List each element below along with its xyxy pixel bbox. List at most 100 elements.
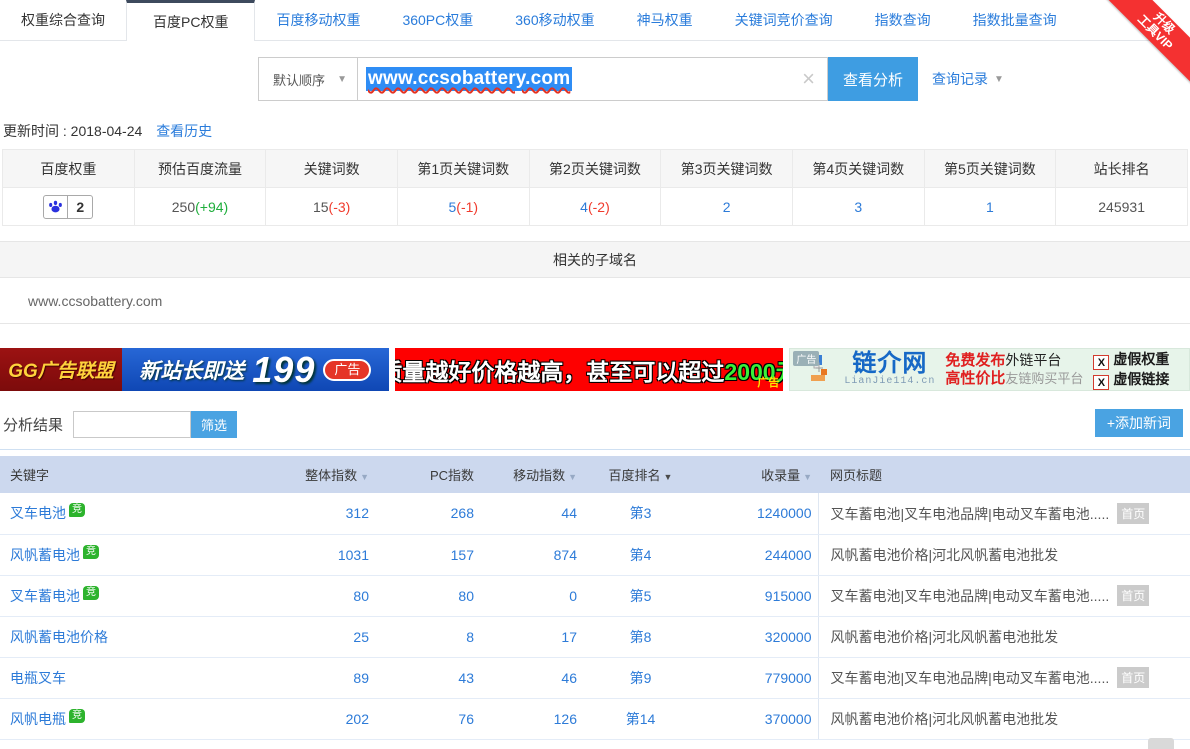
- keyword-row: 风帆电瓶竞 202 76 126 第14 370000 风帆蓄电池价格|河北风帆…: [0, 698, 1190, 739]
- tab-keyword-bidding[interactable]: 关键词竞价查询: [714, 0, 854, 40]
- page-title-text[interactable]: 叉车蓄电池|叉车电池品牌|电动叉车蓄电池.....: [831, 506, 1110, 522]
- page5-value[interactable]: 1: [986, 199, 994, 215]
- rank-cell: 245931: [1056, 188, 1188, 226]
- section-divider: [0, 449, 1190, 450]
- col-baidu-rank[interactable]: 百度排名▼: [583, 456, 698, 493]
- overall-index-value: 25: [300, 616, 375, 657]
- pc-index-value: 8: [375, 616, 480, 657]
- ad-banner-lianjie[interactable]: 广告 链介网 LianJie114.cn 免费发布外链平台 高性价比友链购买平台…: [789, 348, 1190, 391]
- baidu-rank-value[interactable]: 第9: [583, 657, 698, 698]
- homepage-badge: 首页: [1117, 667, 1149, 688]
- pc-index-value: 268: [375, 493, 480, 534]
- col-keyword: 关键字: [0, 456, 300, 493]
- stats-col-page2: 第2页关键词数: [529, 150, 661, 188]
- url-input[interactable]: www.ccsobattery.com ×: [358, 57, 828, 101]
- add-keyword-button[interactable]: +添加新词: [1095, 409, 1183, 437]
- keyword-row: 电瓶叉车竞 89 43 46 第9 779000 叉车蓄电池|叉车电池品牌|电动…: [0, 657, 1190, 698]
- indexed-count-value[interactable]: 320000: [698, 616, 818, 657]
- query-record-link[interactable]: 查询记录 ▼: [932, 69, 1004, 89]
- keyword-row: 叉车电池竞 312 268 44 第3 1240000 叉车蓄电池|叉车电池品牌…: [0, 493, 1190, 534]
- baidu-rank-value[interactable]: 第5: [583, 575, 698, 616]
- mobile-index-value: 874: [480, 534, 583, 575]
- subdomain-item[interactable]: www.ccsobattery.com: [0, 278, 1190, 324]
- indexed-count-value[interactable]: 915000: [698, 575, 818, 616]
- mobile-index-value: 17: [480, 616, 583, 657]
- sort-icon-active[interactable]: ▼: [664, 472, 673, 482]
- indexed-count-value[interactable]: 370000: [698, 698, 818, 739]
- col-pc-index[interactable]: PC指数: [375, 456, 480, 493]
- baidu-rank-value[interactable]: 第8: [583, 616, 698, 657]
- clear-icon[interactable]: ×: [802, 68, 815, 90]
- homepage-badge: 首页: [1117, 585, 1149, 606]
- analyze-button[interactable]: 查看分析: [828, 57, 918, 101]
- keyword-link[interactable]: 风帆蓄电池价格: [10, 629, 108, 645]
- page-title-text[interactable]: 风帆蓄电池价格|河北风帆蓄电池批发: [831, 629, 1059, 645]
- ad-banner-price[interactable]: 质量越好价格越高，甚至可以超过2000元 广告: [395, 348, 784, 391]
- indexed-count-value[interactable]: 779000: [698, 657, 818, 698]
- filter-label: 分析结果: [3, 414, 63, 435]
- tab-360-mobile-weight[interactable]: 360移动权重: [494, 0, 615, 40]
- traffic-cell: 250(+94): [134, 188, 266, 226]
- page-title-text[interactable]: 风帆蓄电池价格|河北风帆蓄电池批发: [831, 547, 1059, 563]
- page3-value[interactable]: 2: [723, 199, 731, 215]
- bid-icon: 竞: [83, 586, 99, 600]
- page2-value[interactable]: 4: [580, 199, 588, 215]
- ad2-text: 质量越好价格越高，甚至可以超过2000元: [395, 353, 784, 387]
- tab-shenma-weight[interactable]: 神马权重: [616, 0, 714, 40]
- baidu-rank-value[interactable]: 第14: [583, 698, 698, 739]
- page1-delta: (-1): [456, 199, 478, 215]
- stats-col-page3: 第3页关键词数: [661, 150, 793, 188]
- tab-baidu-mobile-weight[interactable]: 百度移动权重: [255, 0, 381, 40]
- back-to-top-button[interactable]: [1148, 738, 1174, 749]
- indexed-count-value[interactable]: 244000: [698, 534, 818, 575]
- pc-index-value: 80: [375, 575, 480, 616]
- sort-order-select[interactable]: 默认顺序 ▼: [258, 57, 358, 101]
- overall-index-value: 80: [300, 575, 375, 616]
- ad-banner-gg-alliance[interactable]: GG广告联盟 新站长即送 199 广告: [0, 348, 389, 391]
- filter-input[interactable]: [73, 411, 191, 438]
- keyword-link[interactable]: 风帆电瓶: [10, 711, 66, 727]
- filter-button[interactable]: 筛选: [191, 411, 237, 438]
- overall-index-value: 202: [300, 698, 375, 739]
- ad1-offer-text: 新站长即送: [139, 355, 244, 385]
- lianjie-brand-text: 链介网: [844, 352, 935, 376]
- baidu-rank-value[interactable]: 第3: [583, 493, 698, 534]
- page-title-text[interactable]: 风帆蓄电池价格|河北风帆蓄电池批发: [831, 711, 1059, 727]
- page-title-text[interactable]: 叉车蓄电池|叉车电池品牌|电动叉车蓄电池.....: [831, 588, 1110, 604]
- ad-label-badge: 广告: [793, 351, 819, 366]
- page5-cell: 1: [924, 188, 1056, 226]
- keyword-link[interactable]: 风帆蓄电池: [10, 547, 80, 563]
- tab-index-query[interactable]: 指数查询: [854, 0, 952, 40]
- page3-cell: 2: [661, 188, 793, 226]
- indexed-count-value[interactable]: 1240000: [698, 493, 818, 534]
- update-info: 更新时间 : 2018-04-24 查看历史: [3, 121, 1190, 141]
- page4-value[interactable]: 3: [854, 199, 862, 215]
- col-overall-index[interactable]: 整体指数▼: [300, 456, 375, 493]
- keyword-row: 风帆蓄电池竞 1031 157 874 第4 244000 风帆蓄电池价格|河北…: [0, 534, 1190, 575]
- lianjie-warning-block: X虚假权重 X虚假链接: [1093, 350, 1169, 390]
- keyword-link[interactable]: 叉车电池: [10, 505, 66, 521]
- keywords-delta: (-3): [329, 199, 351, 215]
- sort-icon[interactable]: ▼: [360, 472, 369, 482]
- view-history-link[interactable]: 查看历史: [156, 123, 212, 139]
- tab-weight-overview[interactable]: 权重综合查询: [0, 0, 126, 40]
- sort-icon[interactable]: ▼: [803, 472, 812, 482]
- page-title-text[interactable]: 叉车蓄电池|叉车电池品牌|电动叉车蓄电池.....: [831, 670, 1110, 686]
- tab-baidu-pc-weight[interactable]: 百度PC权重: [126, 0, 255, 41]
- stats-col-rank: 站长排名: [1056, 150, 1188, 188]
- col-mobile-index[interactable]: 移动指数▼: [480, 456, 583, 493]
- tab-index-batch-query[interactable]: 指数批量查询: [952, 0, 1078, 40]
- vip-ribbon[interactable]: 升级 工具VIP: [1102, 0, 1190, 88]
- tab-360-pc-weight[interactable]: 360PC权重: [381, 0, 494, 40]
- keywords-value: 15: [313, 199, 329, 215]
- overall-index-value: 312: [300, 493, 375, 534]
- bid-icon: 竞: [83, 545, 99, 559]
- filter-bar: 分析结果 筛选 +添加新词: [3, 409, 1190, 439]
- baidu-rank-value[interactable]: 第4: [583, 534, 698, 575]
- keyword-link[interactable]: 电瓶叉车: [10, 670, 66, 686]
- mobile-index-value: 0: [480, 575, 583, 616]
- keyword-link[interactable]: 叉车蓄电池: [10, 588, 80, 604]
- sort-icon[interactable]: ▼: [568, 472, 577, 482]
- baidu-weight-badge[interactable]: 2: [43, 195, 93, 219]
- col-indexed-count[interactable]: 收录量▼: [698, 456, 818, 493]
